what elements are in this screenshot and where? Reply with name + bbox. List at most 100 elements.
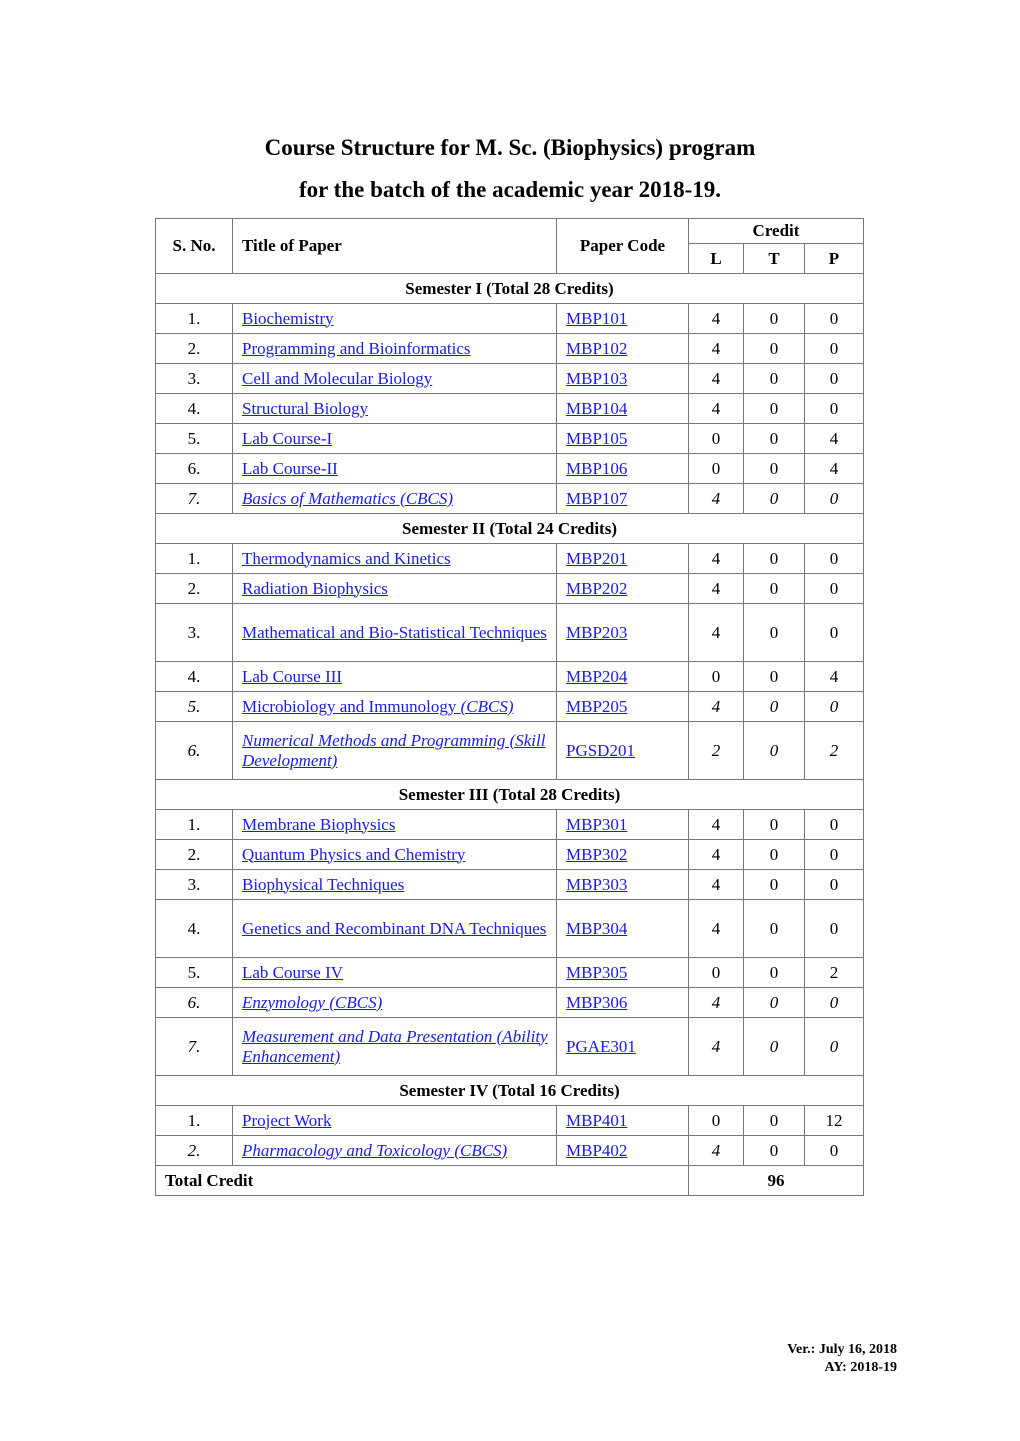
paper-code-cell: MBP103 — [556, 363, 689, 394]
paper-code-cell: MBP203 — [556, 603, 689, 662]
course-title-suffix: (CBCS) — [460, 696, 514, 716]
paper-code-cell: MBP204 — [556, 661, 689, 692]
course-title-link[interactable]: Enzymology (CBCS) — [242, 993, 382, 1012]
course-title: Structural Biology — [242, 398, 369, 418]
credit-l: 0 — [688, 453, 744, 484]
paper-code-link[interactable]: PGAE301 — [566, 1037, 636, 1056]
serial-number: 5. — [155, 957, 233, 988]
course-row: 3. Biophysical Techniques MBP303 4 0 0 — [155, 869, 864, 900]
course-title-link[interactable]: Mathematical and Bio-Statistical Techniq… — [242, 623, 547, 642]
paper-code-link[interactable]: PGSD201 — [566, 741, 635, 760]
paper-code-link[interactable]: MBP306 — [566, 993, 627, 1012]
credit-l: 4 — [688, 1017, 744, 1076]
course-title-link[interactable]: Genetics and Recombinant DNA Techniques — [242, 919, 546, 938]
paper-code-link[interactable]: MBP103 — [566, 369, 627, 388]
course-title-link[interactable]: Biochemistry — [242, 309, 334, 328]
course-row: 4. Structural Biology MBP104 4 0 0 — [155, 393, 864, 424]
course-title-link[interactable]: Biophysical Techniques — [242, 875, 404, 894]
course-title-link[interactable]: Radiation Biophysics — [242, 579, 388, 598]
course-title: Microbiology and Immunology — [242, 696, 457, 716]
course-title-link[interactable]: Numerical Methods and Programming (Skill… — [242, 731, 545, 770]
paper-code-link[interactable]: MBP401 — [566, 1111, 627, 1130]
serial-number: 4. — [155, 899, 233, 958]
course-title: Enzymology (CBCS) — [242, 992, 383, 1012]
course-title-link[interactable]: Lab Course-II — [242, 459, 338, 478]
course-title-link[interactable]: Microbiology and Immunology (CBCS) — [242, 697, 514, 716]
paper-code-link[interactable]: MBP305 — [566, 963, 627, 982]
credit-p: 0 — [804, 573, 864, 604]
course-title-link[interactable]: Basics of Mathematics (CBCS) — [242, 489, 453, 508]
course-title-link[interactable]: Lab Course III — [242, 667, 342, 686]
paper-code-link[interactable]: MBP102 — [566, 339, 627, 358]
credit-p: 0 — [804, 1135, 864, 1166]
credit-l: 4 — [688, 809, 744, 840]
credit-l: 4 — [688, 899, 744, 958]
paper-code-cell: MBP302 — [556, 839, 689, 870]
course-title-link[interactable]: Thermodynamics and Kinetics — [242, 549, 451, 568]
credit-t: 0 — [743, 957, 805, 988]
paper-code-link[interactable]: MBP106 — [566, 459, 627, 478]
paper-code-link[interactable]: MBP402 — [566, 1141, 627, 1160]
course-row: 1. Project Work MBP401 0 0 12 — [155, 1105, 864, 1136]
course-title: Lab Course IV — [242, 962, 344, 982]
course-title-cell: Structural Biology — [232, 393, 557, 424]
paper-code-link[interactable]: MBP203 — [566, 623, 627, 642]
credit-p: 2 — [804, 721, 864, 780]
credit-t: 0 — [743, 393, 805, 424]
course-title: Biochemistry — [242, 308, 334, 328]
credit-l: 4 — [688, 483, 744, 514]
paper-code-cell: MBP101 — [556, 303, 689, 334]
credit-l: 4 — [688, 303, 744, 334]
semester-header-row: Semester III (Total 28 Credits) — [155, 779, 864, 810]
paper-code-link[interactable]: MBP204 — [566, 667, 627, 686]
credit-l: 4 — [688, 393, 744, 424]
credit-t: 0 — [743, 809, 805, 840]
course-title-cell: Pharmacology and Toxicology (CBCS) — [232, 1135, 557, 1166]
paper-code-link[interactable]: MBP107 — [566, 489, 627, 508]
paper-code-link[interactable]: MBP302 — [566, 845, 627, 864]
credit-p: 0 — [804, 809, 864, 840]
course-title: Numerical Methods and Programming (Skill… — [242, 730, 546, 770]
paper-code-link[interactable]: MBP202 — [566, 579, 627, 598]
paper-code-link[interactable]: MBP104 — [566, 399, 627, 418]
course-title-link[interactable]: Project Work — [242, 1111, 331, 1130]
course-title: Lab Course-I — [242, 428, 333, 448]
serial-number: 6. — [155, 453, 233, 484]
credit-t: 0 — [743, 1135, 805, 1166]
paper-code-link[interactable]: MBP301 — [566, 815, 627, 834]
serial-number: 3. — [155, 363, 233, 394]
credit-l: 4 — [688, 987, 744, 1018]
paper-code-link[interactable]: MBP101 — [566, 309, 627, 328]
paper-code-cell: MBP205 — [556, 691, 689, 722]
credit-t: 0 — [743, 899, 805, 958]
course-title-link[interactable]: Lab Course-I — [242, 429, 332, 448]
paper-code-cell: MBP304 — [556, 899, 689, 958]
course-title-link[interactable]: Pharmacology and Toxicology (CBCS) — [242, 1141, 507, 1160]
paper-code-link[interactable]: MBP105 — [566, 429, 627, 448]
paper-code-link[interactable]: MBP303 — [566, 875, 627, 894]
course-title-cell: Numerical Methods and Programming (Skill… — [232, 721, 557, 780]
serial-number: 2. — [155, 839, 233, 870]
course-title-cell: Lab Course IV — [232, 957, 557, 988]
course-title-link[interactable]: Membrane Biophysics — [242, 815, 395, 834]
paper-code-cell: MBP401 — [556, 1105, 689, 1136]
credit-t: 0 — [743, 1105, 805, 1136]
course-row: 1. Thermodynamics and Kinetics MBP201 4 0 0 — [155, 543, 864, 574]
paper-code-link[interactable]: MBP304 — [566, 919, 627, 938]
course-title-link[interactable]: Cell and Molecular Biology — [242, 369, 432, 388]
paper-code-link[interactable]: MBP201 — [566, 549, 627, 568]
credit-t: 0 — [743, 483, 805, 514]
serial-number: 1. — [155, 303, 233, 334]
course-title-cell: Quantum Physics and Chemistry — [232, 839, 557, 870]
course-title-link[interactable]: Lab Course IV — [242, 963, 343, 982]
course-title-link[interactable]: Programming and Bioinformatics — [242, 339, 471, 358]
course-title-cell: Genetics and Recombinant DNA Techniques — [232, 899, 557, 958]
course-title-link[interactable]: Quantum Physics and Chemistry — [242, 845, 465, 864]
serial-number: 6. — [155, 987, 233, 1018]
course-title-cell: Biochemistry — [232, 303, 557, 334]
course-title-link[interactable]: Measurement and Data Presentation (Abili… — [242, 1027, 548, 1066]
credit-l: 4 — [688, 363, 744, 394]
page-title: Course Structure for M. Sc. (Biophysics)… — [264, 135, 756, 160]
paper-code-link[interactable]: MBP205 — [566, 697, 627, 716]
course-title-link[interactable]: Structural Biology — [242, 399, 368, 418]
